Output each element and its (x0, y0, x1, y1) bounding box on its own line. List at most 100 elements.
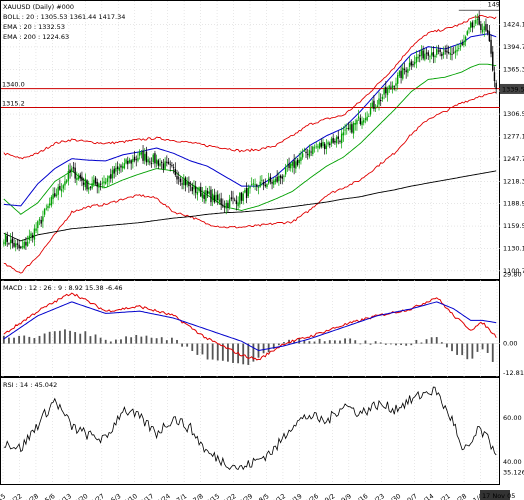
candle (43, 207, 46, 218)
candle (211, 189, 214, 207)
candle-body (262, 182, 265, 185)
macd-histogram-bar (114, 339, 117, 344)
candle (269, 173, 272, 185)
candle (276, 170, 278, 184)
candle-body (105, 181, 107, 184)
candle (239, 192, 241, 208)
candle (313, 144, 316, 153)
candle (413, 55, 416, 68)
candle (20, 245, 22, 250)
candle-body (211, 193, 214, 201)
candle-body (149, 161, 151, 163)
macd-histogram-bar (354, 340, 357, 344)
candle (422, 45, 424, 61)
candle (81, 171, 83, 187)
candle (412, 60, 414, 68)
candle-body (155, 159, 158, 164)
candle-body (441, 53, 443, 57)
macd-histogram-bar (181, 343, 183, 347)
candle-body (20, 246, 22, 249)
candle-body (339, 140, 341, 142)
candle (393, 85, 395, 91)
date-tick-label: 8/26 (303, 492, 320, 500)
candle (127, 156, 129, 170)
candle (23, 239, 25, 250)
candle-body (256, 184, 258, 187)
candle-body (15, 243, 17, 248)
candle-body (344, 129, 346, 131)
candle-body (174, 169, 177, 175)
ema20-line (3, 33, 497, 207)
candle (323, 142, 326, 155)
macd-histogram-bar (160, 337, 163, 344)
candle-body (264, 184, 266, 187)
candle-body (137, 157, 139, 161)
candle-body (419, 55, 421, 57)
date-tick-label: 7/8 (192, 492, 205, 500)
candle (322, 138, 324, 149)
candle-body (363, 120, 365, 123)
date-tick-label: 8/5 (257, 492, 270, 500)
candle (242, 190, 244, 205)
price-tick-label: 1188.9 (503, 200, 524, 208)
macd-histogram-bar (165, 340, 168, 344)
candle-body (405, 70, 407, 73)
candle-body (33, 228, 36, 240)
candle-body (189, 185, 192, 187)
macd-histogram-bar (155, 338, 158, 344)
candle (138, 149, 141, 160)
candle (351, 121, 353, 134)
price-tick-label: 1247.7 (503, 155, 524, 163)
macd-histogram-bar (104, 339, 107, 344)
macd-histogram-bar (390, 343, 392, 345)
macd-histogram-bar (79, 333, 82, 344)
candle-body (463, 41, 465, 46)
candle (307, 148, 309, 160)
candle (227, 200, 229, 213)
candle-body (473, 25, 475, 27)
candle-body (337, 136, 339, 139)
candle (132, 154, 134, 169)
candle-body (72, 167, 75, 169)
candle (162, 158, 165, 173)
date-tick-label: 5/27 (89, 492, 106, 500)
candle-body (183, 179, 185, 186)
candle-body (422, 50, 424, 59)
candle-body (447, 52, 450, 53)
candle-body (42, 216, 44, 222)
candle-body (359, 118, 362, 124)
candle (115, 162, 117, 177)
candle (94, 175, 97, 186)
macd-histogram-bar (2, 335, 5, 344)
candle-body (366, 116, 368, 121)
candle-body (215, 194, 217, 201)
candle-body (493, 72, 496, 82)
candle-body (244, 190, 246, 193)
macd-histogram-bar (64, 329, 66, 344)
candle (84, 173, 87, 191)
macd-histogram-bar (145, 335, 148, 344)
macd-histogram-bar (191, 343, 194, 351)
candle (123, 158, 126, 170)
macd-histogram-bar (74, 332, 77, 344)
candle (391, 81, 394, 94)
macd-histogram-bar (130, 337, 133, 344)
macd-histogram-bar (425, 339, 428, 344)
grid-lines (1, 1, 500, 484)
candle-body (403, 68, 406, 71)
bollinger-upper-line (3, 14, 497, 160)
date-tick-label: 4/15 (0, 492, 7, 500)
candle-body (223, 206, 226, 208)
date-tick-label: 5/13 (56, 492, 73, 500)
candle-body (133, 156, 136, 161)
candle-body (60, 189, 63, 192)
candle (458, 44, 460, 52)
candle (189, 181, 192, 192)
candle-body (301, 153, 304, 158)
candle-body (388, 85, 390, 90)
price-tick-label: 1394.7 (503, 43, 524, 51)
candle (419, 50, 421, 63)
candle-body (213, 195, 216, 203)
candle-body (203, 194, 205, 199)
candle-body (320, 142, 322, 147)
